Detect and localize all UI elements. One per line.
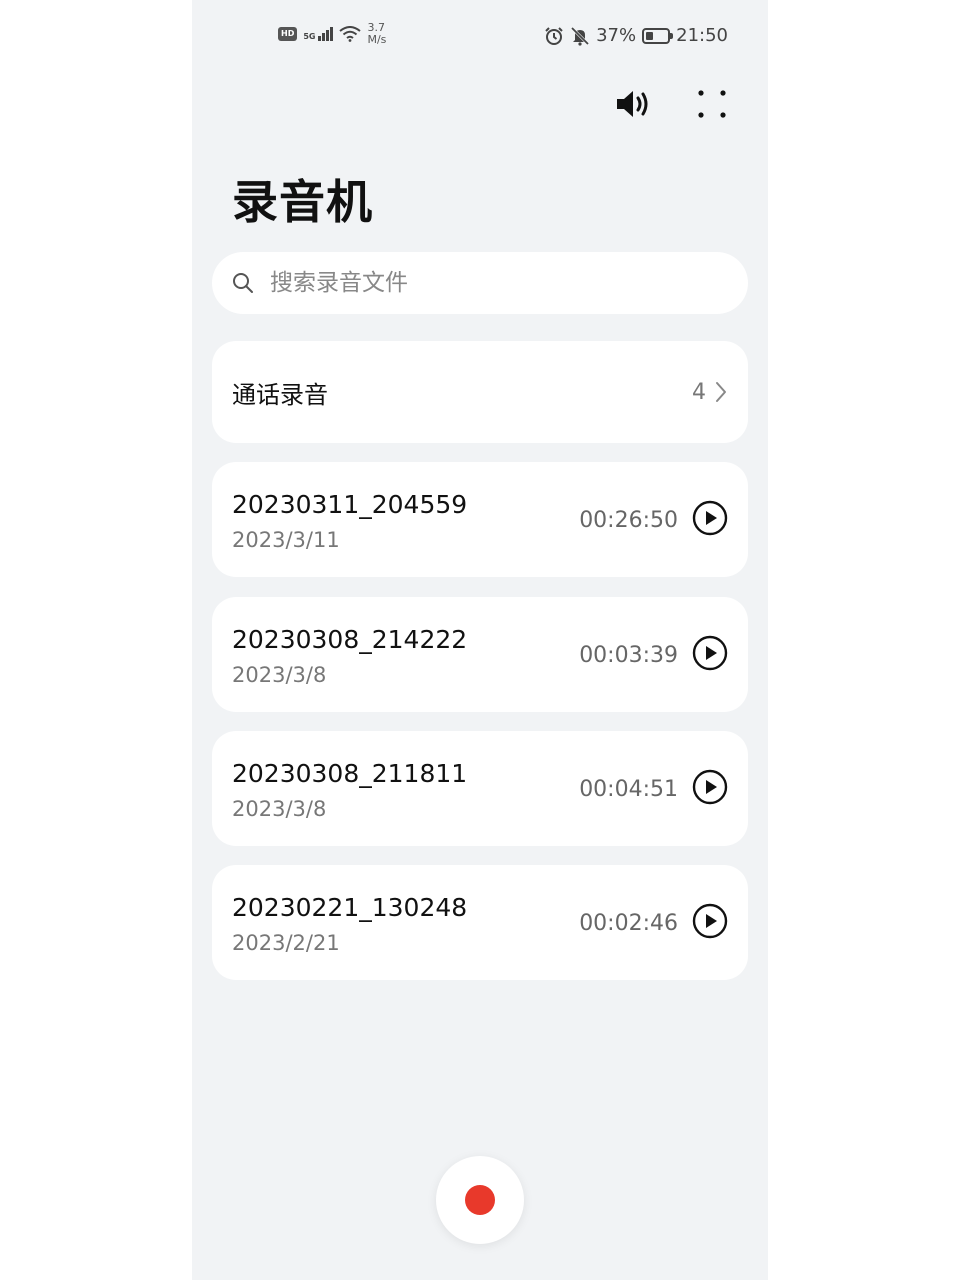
recording-duration: 00:26:50 [579, 508, 678, 533]
recording-date: 2023/3/11 [232, 528, 340, 552]
recording-duration: 00:04:51 [579, 777, 678, 802]
chevron-right-icon [716, 382, 726, 402]
call-recordings-count: 4 [692, 379, 706, 405]
clock: 21:50 [676, 25, 728, 46]
status-left: HD 5G 3.7 M/s [278, 22, 386, 46]
status-right: 37% 21:50 [544, 25, 728, 46]
play-icon[interactable] [692, 769, 728, 805]
more-options-button[interactable] [690, 84, 734, 124]
recording-duration: 00:03:39 [579, 643, 678, 668]
recording-name: 20230311_204559 [232, 490, 468, 519]
more-icon [698, 90, 726, 118]
network-type: 5G [303, 32, 316, 41]
recording-item[interactable]: 20230221_130248 2023/2/21 00:02:46 [212, 865, 748, 980]
battery-icon [642, 27, 674, 44]
recording-date: 2023/2/21 [232, 931, 340, 955]
search-bar[interactable] [212, 252, 748, 314]
speaker-button[interactable] [612, 84, 656, 124]
mute-icon [571, 26, 590, 46]
recording-date: 2023/3/8 [232, 797, 327, 821]
search-input[interactable] [268, 269, 692, 297]
recording-item[interactable]: 20230308_211811 2023/3/8 00:04:51 [212, 731, 748, 846]
play-icon[interactable] [692, 903, 728, 939]
recording-duration: 00:02:46 [579, 911, 678, 936]
call-recordings-label: 通话录音 [232, 380, 328, 409]
recorder-app-screen: HD 5G 3.7 M/s 37% 21:50 录音机 搜索录音文件 通话录音 … [192, 0, 768, 1280]
network-speed: 3.7 M/s [367, 22, 386, 46]
battery-percent: 37% [596, 25, 637, 46]
recording-name: 20230221_130248 [232, 893, 468, 922]
speaker-icon [617, 91, 648, 117]
battery-level [646, 31, 654, 40]
wifi-icon [339, 26, 362, 42]
hd-badge: HD [278, 27, 298, 41]
recording-item[interactable]: 20230311_204559 2023/3/11 00:26:50 [212, 462, 748, 577]
recording-date: 2023/3/8 [232, 663, 327, 687]
call-recordings-item[interactable]: 通话录音 4 [212, 341, 748, 443]
page-title: 录音机 [232, 175, 373, 229]
status-bar: HD 5G 3.7 M/s 37% 21:50 [192, 0, 768, 72]
play-icon[interactable] [692, 635, 728, 671]
record-button[interactable] [436, 1156, 524, 1244]
recording-name: 20230308_211811 [232, 759, 468, 788]
record-icon [465, 1185, 495, 1215]
signal-icon: 5G [303, 27, 334, 41]
play-icon[interactable] [692, 500, 728, 536]
speed-unit: M/s [367, 33, 387, 46]
alarm-icon [545, 26, 563, 45]
recording-item[interactable]: 20230308_214222 2023/3/8 00:03:39 [212, 597, 748, 712]
search-icon [233, 273, 253, 293]
recording-name: 20230308_214222 [232, 625, 468, 654]
